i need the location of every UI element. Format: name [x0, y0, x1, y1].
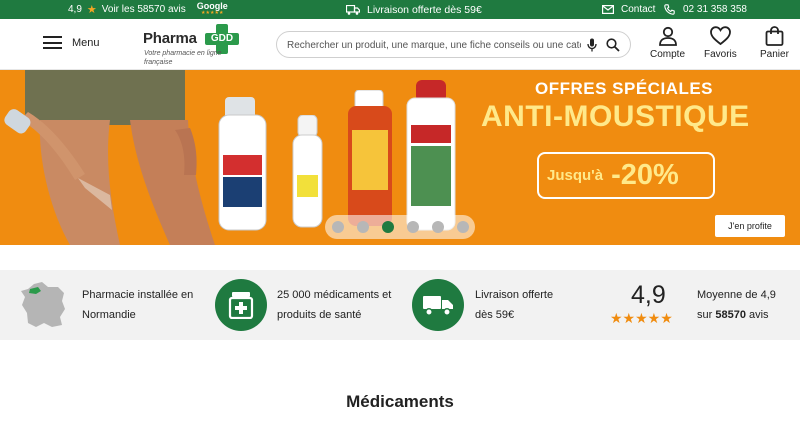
menu-label: Menu — [72, 36, 100, 49]
banner-title-line2: ANTI-MOUSTIQUE — [481, 100, 750, 133]
google-label: Google — [196, 0, 228, 11]
google-stars-icon: ★★★★★ — [201, 9, 224, 16]
carousel-dot[interactable] — [356, 221, 369, 233]
reviews-link-text: Voir les 58570 avis — [101, 4, 186, 15]
anti-moustique-spray-image — [348, 90, 392, 226]
truck-icon — [346, 4, 360, 15]
carousel-dot-active[interactable] — [381, 221, 394, 233]
menu-button[interactable]: Menu — [43, 36, 100, 49]
contact-link[interactable]: Contact — [602, 0, 655, 19]
carousel-dot[interactable] — [406, 221, 419, 233]
promo-value: -20% — [611, 159, 679, 191]
reviews-link[interactable]: 4,9 ★ Voir les 58570 avis Google ★★★★★ — [68, 0, 228, 19]
carousel-dot[interactable] — [456, 221, 469, 233]
rating-count: 58570 — [715, 309, 746, 321]
carousel-indicators — [325, 215, 475, 239]
section-title-medicaments: Médicaments — [346, 392, 454, 411]
phone-icon — [664, 4, 675, 15]
banner-cta-button[interactable]: J'en profite — [715, 215, 785, 237]
microphone-icon[interactable] — [587, 38, 597, 52]
star-icon: ★ — [86, 4, 97, 16]
search-icon[interactable] — [606, 38, 620, 52]
carousel-dot[interactable] — [331, 221, 344, 233]
google-reviews-logo: Google ★★★★★ — [196, 0, 228, 17]
cart-label: Panier — [760, 49, 789, 60]
search-input[interactable] — [287, 36, 581, 54]
logo-brand-text: Pharma — [143, 30, 197, 47]
rating-summary[interactable]: Moyenne de 4,9 sur 58570 avis — [697, 285, 776, 325]
average-rating-value: 4,9 — [631, 281, 666, 309]
contact-label: Contact — [621, 4, 656, 15]
hamburger-icon — [43, 36, 62, 49]
cart-button[interactable]: Panier — [760, 26, 789, 60]
phone-link[interactable]: 02 31 358 358 — [664, 0, 747, 19]
medicine-box-icon — [215, 279, 267, 331]
free-shipping-text: Livraison offerte dès 59€ — [367, 3, 482, 16]
phone-number: 02 31 358 358 — [683, 4, 747, 15]
promo-discount-box: Jusqu'à -20% — [537, 152, 715, 199]
reassurance-catalog-line2: produits de santé — [277, 309, 362, 321]
banner-title-line1: OFFRES SPÉCIALES — [535, 79, 714, 98]
favorites-label: Favoris — [704, 49, 737, 60]
rating-summary-line2: sur 58570 avis — [697, 305, 776, 325]
user-icon — [658, 26, 677, 46]
reassurance-shipping-line2: dès 59€ — [475, 309, 515, 321]
heart-icon — [709, 26, 731, 46]
top-rating-value: 4,9 — [68, 4, 82, 15]
delivery-truck-icon — [412, 279, 464, 331]
carousel-dot[interactable] — [431, 221, 444, 233]
person-spraying-image — [0, 70, 225, 245]
reassurance-shipping: Livraison offerte dès 59€ — [412, 270, 553, 340]
shopping-bag-icon — [765, 26, 784, 46]
account-button[interactable]: Compte — [650, 26, 685, 60]
mail-icon — [602, 5, 614, 14]
account-label: Compte — [650, 49, 686, 60]
promo-prefix: Jusqu'à — [547, 167, 604, 184]
site-header: Menu Pharma GDD Votre pharmacie en ligne… — [0, 19, 800, 70]
insect-ecran-spray-image — [218, 97, 267, 231]
france-map-icon — [21, 282, 65, 327]
reassurance-catalog: 25 000 médicaments et produits de santé — [215, 270, 391, 340]
logo-mark-text: GDD — [210, 33, 234, 44]
promo-banner[interactable]: OFFRES SPÉCIALES ANTI-MOUSTIQUE Jusqu'à … — [0, 70, 800, 245]
reassurance-location: Pharmacie installée en Normandie — [18, 270, 193, 340]
site-logo[interactable]: Pharma GDD Votre pharmacie en ligne fran… — [143, 23, 243, 67]
rating-stars-icon: ★★★★★ — [610, 310, 673, 326]
search-bar — [276, 31, 631, 58]
favorites-button[interactable]: Favoris — [704, 26, 737, 60]
rating-suffix: avis — [749, 309, 769, 321]
reassurance-band: Pharmacie installée en Normandie 25 000 … — [0, 270, 800, 340]
rating-sur: sur — [697, 309, 713, 321]
reassurance-catalog-line1: 25 000 médicaments et — [277, 289, 392, 301]
free-shipping-notice: Livraison offerte dès 59€ — [346, 0, 482, 19]
logo-tagline: Votre pharmacie en ligne française — [144, 50, 222, 66]
reassurance-shipping-line1: Livraison offerte — [475, 289, 554, 301]
reassurance-location-line2: Normandie — [82, 309, 136, 321]
top-bar: 4,9 ★ Voir les 58570 avis Google ★★★★★ L… — [0, 0, 800, 19]
rating-summary-line1: Moyenne de 4,9 — [697, 289, 776, 301]
puressentiel-spray-image — [406, 80, 456, 231]
reassurance-location-line1: Pharmacie installée en — [82, 289, 194, 301]
roll-on-image — [292, 115, 323, 228]
